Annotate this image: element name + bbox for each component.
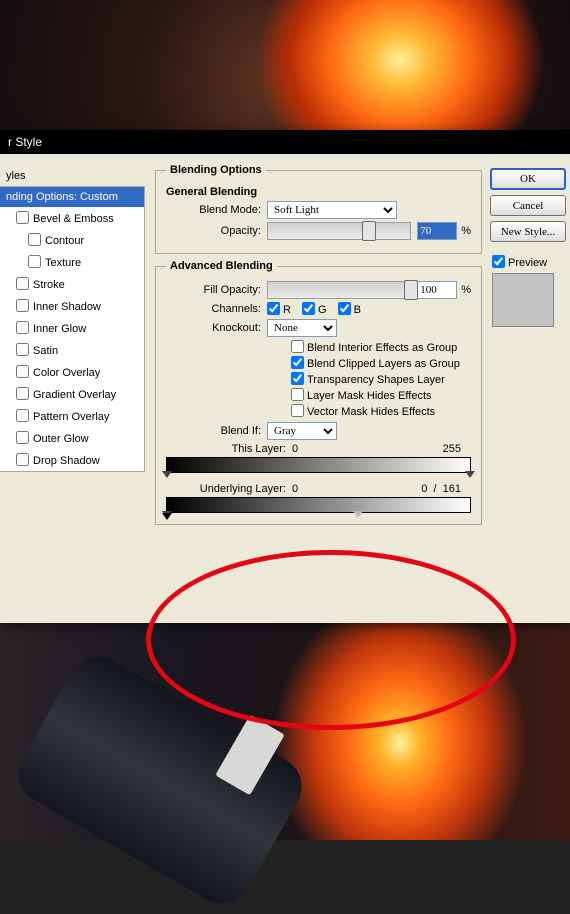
style-texture[interactable]: Texture: [0, 251, 144, 273]
advanced-blending-heading: Advanced Blending: [166, 260, 277, 272]
knockout-select[interactable]: None: [267, 319, 337, 337]
fill-opacity-pct: %: [457, 284, 471, 296]
bevel-emboss-checkbox[interactable]: [16, 211, 29, 224]
channels-label: Channels:: [166, 303, 267, 315]
style-inner-glow[interactable]: Inner Glow: [0, 317, 144, 339]
style-outer-glow[interactable]: Outer Glow: [0, 427, 144, 449]
advanced-blending-group: Advanced Blending Fill Opacity: % Channe…: [155, 260, 482, 525]
fill-opacity-label: Fill Opacity:: [166, 284, 267, 296]
fill-opacity-input[interactable]: [417, 281, 457, 299]
underlying-layer-label: Underlying Layer:: [166, 483, 292, 495]
satin-checkbox[interactable]: [16, 343, 29, 356]
channel-g[interactable]: G: [302, 304, 327, 316]
channel-r-checkbox[interactable]: [267, 302, 280, 315]
blend-interior-checkbox[interactable]: [291, 340, 304, 353]
knockout-label: Knockout:: [166, 322, 267, 334]
this-layer-black-stop[interactable]: [162, 471, 172, 483]
this-layer-label: This Layer:: [166, 443, 292, 455]
underlying-hi-b: 161: [443, 483, 461, 495]
style-blending-options[interactable]: nding Options: Custom: [0, 187, 144, 207]
fill-opacity-slider[interactable]: [267, 281, 411, 299]
vector-mask-hides-row[interactable]: Vector Mask Hides Effects: [291, 406, 435, 418]
preview-checkbox[interactable]: [492, 255, 505, 268]
inner-shadow-checkbox[interactable]: [16, 299, 29, 312]
dialog-titlebar[interactable]: r Style: [0, 130, 570, 154]
underlying-layer-gradient[interactable]: [166, 497, 471, 513]
stroke-checkbox[interactable]: [16, 277, 29, 290]
blend-clipped-checkbox[interactable]: [291, 356, 304, 369]
transparency-shapes-checkbox[interactable]: [291, 372, 304, 385]
texture-checkbox[interactable]: [28, 255, 41, 268]
style-color-overlay[interactable]: Color Overlay: [0, 361, 144, 383]
channel-g-checkbox[interactable]: [302, 302, 315, 315]
cancel-button[interactable]: Cancel: [490, 195, 566, 216]
blend-mode-select[interactable]: Soft Light: [267, 201, 397, 219]
preview-row[interactable]: Preview: [492, 257, 547, 269]
style-inner-shadow[interactable]: Inner Shadow: [0, 295, 144, 317]
options-panel: Blending Options General Blending Blend …: [145, 154, 490, 623]
style-drop-shadow[interactable]: Drop Shadow: [0, 449, 144, 471]
blend-if-label: Blend If:: [166, 425, 267, 437]
underlying-white-stop-right[interactable]: [353, 511, 363, 523]
channel-r[interactable]: R: [267, 304, 291, 316]
canvas-image-top: [0, 0, 570, 130]
styles-header: yles: [0, 170, 145, 186]
layer-style-dialog: r Style yles nding Options: Custom Bevel…: [0, 130, 570, 623]
underlying-lo: 0: [292, 483, 332, 495]
new-style-button[interactable]: New Style...: [490, 221, 566, 242]
channel-b-checkbox[interactable]: [338, 302, 351, 315]
style-bevel-emboss[interactable]: Bevel & Emboss: [0, 207, 144, 229]
style-gradient-overlay[interactable]: Gradient Overlay: [0, 383, 144, 405]
style-contour[interactable]: Contour: [0, 229, 144, 251]
blend-clipped-row[interactable]: Blend Clipped Layers as Group: [291, 358, 460, 370]
opacity-slider[interactable]: [267, 222, 411, 240]
color-overlay-checkbox[interactable]: [16, 365, 29, 378]
style-satin[interactable]: Satin: [0, 339, 144, 361]
ok-button[interactable]: OK: [490, 168, 566, 190]
this-layer-white-stop[interactable]: [465, 471, 475, 483]
this-layer-gradient[interactable]: [166, 457, 471, 473]
this-layer-lo: 0: [292, 443, 332, 455]
blending-options-legend: Blending Options: [166, 164, 266, 176]
outer-glow-checkbox[interactable]: [16, 431, 29, 444]
blend-mode-label: Blend Mode:: [166, 204, 267, 216]
inner-glow-checkbox[interactable]: [16, 321, 29, 334]
drop-shadow-checkbox[interactable]: [16, 453, 29, 466]
dialog-buttons: OK Cancel New Style... Preview: [490, 154, 570, 623]
underlying-white-stop-left[interactable]: [162, 513, 172, 525]
transparency-shapes-row[interactable]: Transparency Shapes Layer: [291, 374, 445, 386]
blend-if-select[interactable]: Gray: [267, 422, 337, 440]
gradient-overlay-checkbox[interactable]: [16, 387, 29, 400]
styles-sidebar: yles nding Options: Custom Bevel & Embos…: [0, 154, 145, 623]
underlying-slash: /: [433, 483, 436, 495]
layer-mask-hides-row[interactable]: Layer Mask Hides Effects: [291, 390, 432, 402]
general-blending-heading: General Blending: [166, 186, 471, 198]
opacity-label: Opacity:: [166, 225, 267, 237]
underlying-hi-a: 0: [421, 483, 427, 495]
dialog-title: r Style: [8, 135, 42, 149]
pattern-overlay-checkbox[interactable]: [16, 409, 29, 422]
blend-interior-row[interactable]: Blend Interior Effects as Group: [291, 342, 457, 354]
layer-mask-hides-checkbox[interactable]: [291, 388, 304, 401]
opacity-pct: %: [457, 225, 471, 237]
style-pattern-overlay[interactable]: Pattern Overlay: [0, 405, 144, 427]
style-stroke[interactable]: Stroke: [0, 273, 144, 295]
this-layer-hi: 255: [443, 443, 471, 455]
channel-b[interactable]: B: [338, 304, 361, 316]
vector-mask-hides-checkbox[interactable]: [291, 404, 304, 417]
blending-options-group: Blending Options General Blending Blend …: [155, 164, 482, 254]
preview-swatch: [492, 273, 554, 327]
contour-checkbox[interactable]: [28, 233, 41, 246]
opacity-input[interactable]: [417, 222, 457, 240]
